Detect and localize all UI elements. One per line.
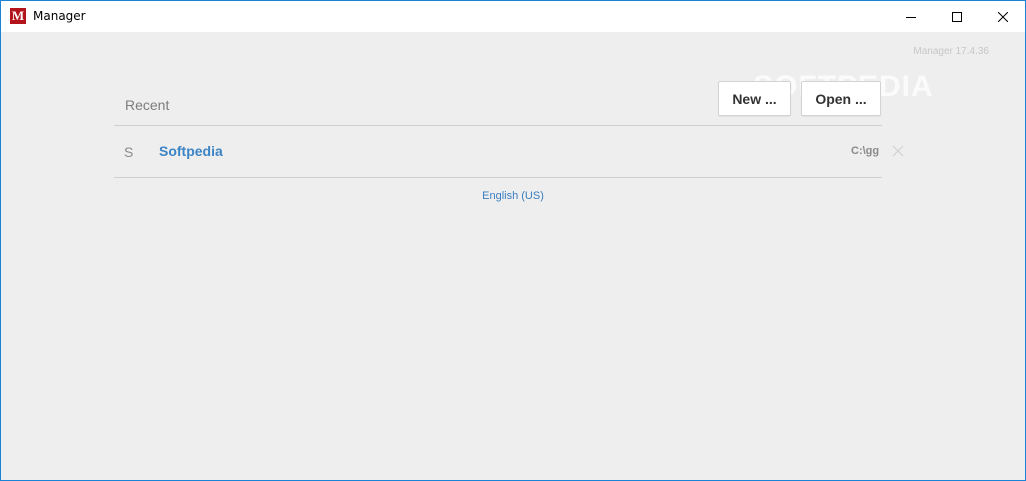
maximize-icon [952, 11, 962, 22]
close-button[interactable] [980, 1, 1025, 32]
new-button[interactable]: New ... [718, 81, 791, 116]
item-name-link[interactable]: Softpedia [159, 143, 223, 159]
item-initial: S [124, 144, 134, 160]
minimize-button[interactable] [888, 1, 934, 32]
recent-heading: Recent [125, 97, 170, 113]
close-icon [892, 145, 904, 157]
window-title: Manager [33, 9, 86, 23]
item-path: C:\gg [851, 145, 880, 157]
close-icon [998, 11, 1008, 22]
remove-item-button[interactable] [891, 144, 905, 158]
main-content: Manager 17.4.36 SOFTPEDIA Recent New ...… [1, 32, 1025, 480]
app-window: M Manager Manager 17.4.36 SOFTPEDIA Rece… [0, 0, 1026, 481]
open-button[interactable]: Open ... [801, 81, 881, 116]
maximize-button[interactable] [934, 1, 980, 32]
minimize-icon [906, 16, 916, 18]
recent-list-item[interactable]: S Softpedia C:\gg [114, 126, 914, 177]
divider [114, 177, 882, 178]
app-logo-icon: M [10, 8, 26, 24]
title-bar[interactable]: M Manager [1, 1, 1025, 32]
language-link[interactable]: English (US) [1, 190, 1025, 202]
version-label: Manager 17.4.36 [913, 46, 989, 57]
